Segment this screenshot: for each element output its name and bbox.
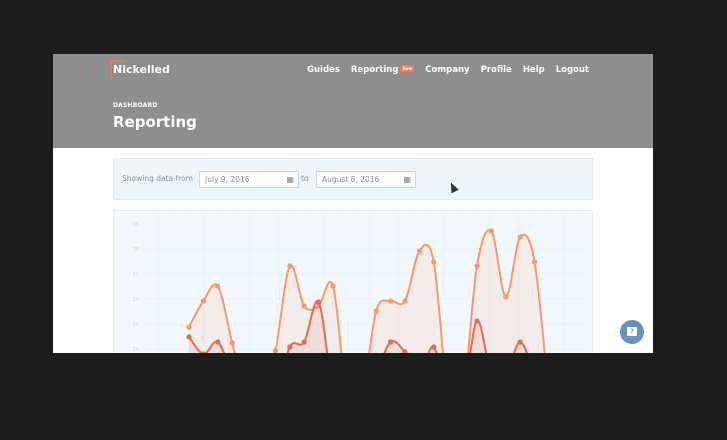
to-date-input[interactable]: August 8, 2016 ▦ — [316, 171, 416, 188]
line-chart: 10 15 20 25 30 35 — [133, 211, 584, 353]
data-point[interactable] — [301, 339, 307, 345]
y-tick-label: 35 — [133, 222, 139, 228]
y-tick-label: 15 — [133, 322, 139, 328]
nav-help[interactable]: Help — [523, 65, 545, 75]
to-label: to — [301, 174, 309, 183]
data-point[interactable] — [287, 263, 293, 269]
page: Nickelled Guides Reporting New Company Pr… — [53, 54, 653, 353]
calendar-icon[interactable]: ▦ — [286, 175, 294, 184]
y-tick-label: 30 — [133, 247, 139, 253]
data-point[interactable] — [186, 324, 192, 330]
data-point[interactable] — [431, 259, 437, 265]
nav-guides[interactable]: Guides — [307, 65, 340, 75]
data-point[interactable] — [215, 339, 221, 345]
chart-panel: 10 15 20 25 30 35 — [113, 210, 593, 353]
nav-reporting-label: Reporting — [350, 65, 399, 75]
data-point[interactable] — [431, 344, 437, 350]
calendar-icon[interactable]: ▦ — [403, 175, 411, 184]
data-point[interactable] — [416, 248, 422, 254]
data-point[interactable] — [215, 283, 221, 289]
nav-reporting[interactable]: Reporting New — [350, 65, 415, 75]
y-tick-label: 10 — [133, 347, 139, 353]
data-point[interactable] — [517, 339, 523, 345]
data-point[interactable] — [229, 340, 235, 346]
y-tick-label: 20 — [133, 297, 139, 303]
logo[interactable]: Nickelled — [110, 60, 170, 80]
data-point[interactable] — [200, 298, 206, 304]
y-tick-label: 25 — [133, 272, 139, 278]
nav-profile[interactable]: Profile — [481, 65, 512, 75]
data-point[interactable] — [503, 294, 509, 300]
help-chat-button[interactable]: ? — [620, 320, 644, 344]
page-title: Reporting — [113, 113, 197, 131]
filter-label: Showing data from — [122, 174, 193, 183]
brand-name: Nickelled — [113, 63, 170, 76]
data-point[interactable] — [532, 259, 538, 265]
data-point[interactable] — [388, 339, 394, 345]
date-filter: Showing data from July 9, 2016 ▦ to Augus… — [113, 158, 593, 200]
data-point[interactable] — [186, 334, 192, 340]
data-point[interactable] — [301, 303, 307, 309]
data-point[interactable] — [402, 298, 408, 304]
data-point[interactable] — [287, 344, 293, 350]
main-nav: Guides Reporting New Company Profile Help… — [307, 65, 589, 75]
to-date-value: August 8, 2016 — [322, 175, 380, 184]
help-icon: ? — [627, 327, 637, 336]
breadcrumb: DASHBOARD — [113, 102, 158, 109]
from-date-input[interactable]: July 9, 2016 ▦ — [199, 171, 299, 188]
header: Nickelled Guides Reporting New Company Pr… — [53, 54, 653, 148]
data-point[interactable] — [474, 263, 480, 269]
nav-company[interactable]: Company — [425, 65, 469, 75]
data-point[interactable] — [517, 234, 523, 240]
data-point[interactable] — [388, 298, 394, 304]
data-point[interactable] — [474, 318, 480, 324]
data-point[interactable] — [373, 308, 379, 314]
new-badge: New — [400, 65, 415, 72]
nav-logout[interactable]: Logout — [556, 65, 589, 75]
from-date-value: July 9, 2016 — [205, 175, 250, 184]
data-point[interactable] — [330, 283, 336, 289]
data-point[interactable] — [316, 299, 322, 305]
data-point[interactable] — [488, 228, 494, 234]
